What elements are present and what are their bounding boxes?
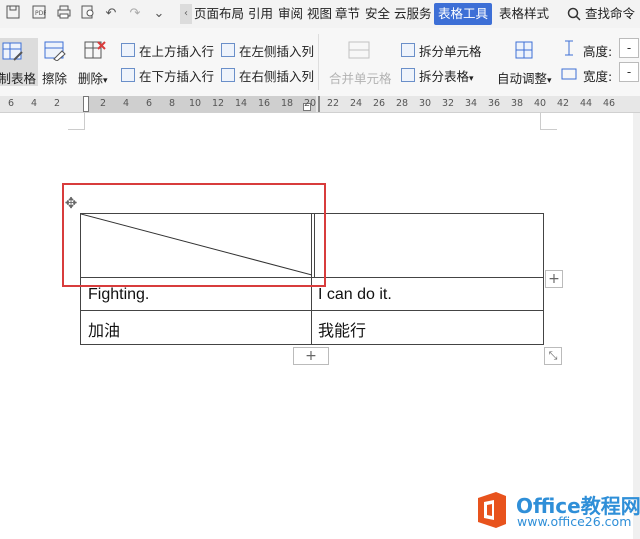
ribbon-divider	[318, 34, 319, 90]
ruler-tick: 4	[122, 98, 130, 109]
auto-fit-button[interactable]: 自动调整▾	[497, 68, 552, 87]
insert-col-right-button[interactable]: 在右侧插入列	[239, 66, 314, 85]
tab-review[interactable]: 审阅	[278, 0, 303, 28]
ruler-tick: 10	[188, 98, 202, 109]
table-cell[interactable]: I can do it.	[318, 286, 392, 304]
delete-button[interactable]: 删除▾	[78, 68, 108, 87]
width-label: 宽度:	[583, 69, 613, 84]
ruler-tick: 8	[168, 98, 176, 109]
ruler-tick: 6	[145, 98, 153, 109]
tab-security[interactable]: 安全	[365, 0, 390, 28]
office-logo	[474, 490, 510, 530]
ruler-tick: 46	[602, 98, 616, 109]
draw-table-icon	[2, 42, 24, 66]
tab-view[interactable]: 视图	[307, 0, 332, 28]
tab-table-style[interactable]: 表格样式	[499, 0, 549, 28]
page-margin-mark	[540, 113, 557, 130]
chevron-down-icon: ▾	[469, 74, 474, 84]
tab-references[interactable]: 引用	[248, 0, 273, 28]
add-row-button[interactable]: +	[293, 347, 329, 365]
split-cells-icon	[401, 43, 415, 57]
undo-icon[interactable]: ↶	[102, 5, 120, 23]
ruler-tick: 22	[326, 98, 340, 109]
height-input[interactable]: -	[619, 38, 639, 58]
resize-table-icon[interactable]: ⤡	[544, 347, 562, 365]
merge-cells-button[interactable]: 合并单元格	[329, 68, 392, 87]
save-icon[interactable]	[4, 5, 22, 23]
insert-row-above-icon	[121, 43, 135, 57]
eraser-button[interactable]: 擦除	[42, 68, 67, 87]
split-cells-button[interactable]: 拆分单元格	[419, 41, 482, 60]
auto-fit-label: 自动调整	[497, 71, 548, 86]
ruler-tick: 4	[30, 98, 38, 109]
draw-table-label: 绘制表格	[0, 71, 36, 86]
ruler-tick: 44	[579, 98, 593, 109]
ruler-tick: 34	[464, 98, 478, 109]
search-icon[interactable]	[567, 6, 581, 25]
export-pdf-icon[interactable]: PDF	[30, 5, 48, 23]
delete-label: 删除	[78, 71, 104, 86]
chevron-down-icon: ▾	[103, 76, 108, 86]
col-width-icon	[561, 65, 577, 84]
print-preview-icon[interactable]	[79, 5, 97, 23]
table-cell[interactable]: 加油	[88, 317, 120, 341]
insert-row-below-button[interactable]: 在下方插入行	[139, 66, 214, 85]
add-column-button[interactable]: +	[545, 270, 563, 288]
vertical-scrollbar[interactable]	[633, 113, 640, 539]
ruler-tick: 18	[280, 98, 294, 109]
chevron-down-icon: ▾	[547, 76, 552, 86]
highlight-box	[62, 183, 326, 287]
ruler-tick: 16	[257, 98, 271, 109]
ruler-tick: 26	[372, 98, 386, 109]
tab-section[interactable]: 章节	[335, 0, 360, 28]
ruler-tick: 42	[556, 98, 570, 109]
ruler-tick: 38	[510, 98, 524, 109]
height-label: 高度:	[583, 44, 613, 59]
ruler-tick: 2	[99, 98, 107, 109]
ruler-tick: 6	[7, 98, 15, 109]
ruler-tick: 32	[441, 98, 455, 109]
watermark-url: www.office26.com	[517, 514, 632, 529]
print-icon[interactable]	[55, 5, 73, 23]
insert-col-left-button[interactable]: 在左侧插入列	[239, 41, 314, 60]
ruler-tick: 36	[487, 98, 501, 109]
eraser-icon[interactable]	[44, 41, 66, 65]
ruler-indent-marker[interactable]	[83, 96, 89, 112]
tab-page-layout[interactable]: 页面布局	[194, 0, 244, 28]
row-divider	[81, 310, 543, 311]
auto-fit-icon[interactable]	[513, 41, 535, 65]
insert-row-above-button[interactable]: 在上方插入行	[139, 41, 214, 60]
customize-dropdown-icon[interactable]: ⌄	[150, 5, 168, 23]
ruler-tick: 20	[303, 98, 317, 109]
svg-text:PDF: PDF	[35, 10, 46, 17]
tabs-scroll-left-icon[interactable]: ‹	[180, 4, 192, 24]
split-table-button[interactable]: 拆分表格▾	[419, 66, 474, 85]
split-table-label: 拆分表格	[419, 69, 470, 84]
table-cell[interactable]: Fighting.	[88, 286, 149, 304]
width-input[interactable]: -	[619, 62, 639, 82]
insert-row-below-icon	[121, 68, 135, 82]
ruler-tick: 12	[211, 98, 225, 109]
split-table-icon	[401, 68, 415, 82]
search-command[interactable]: 查找命令	[585, 0, 635, 28]
row-height-icon	[563, 40, 575, 60]
ruler-tick: 24	[349, 98, 363, 109]
tab-table-tools[interactable]: 表格工具	[434, 3, 493, 25]
page-margin-mark	[68, 113, 85, 130]
ruler-tick: 40	[533, 98, 547, 109]
table-cell[interactable]	[315, 214, 543, 277]
ruler-tick: 28	[395, 98, 409, 109]
table-cell[interactable]: 我能行	[318, 317, 366, 341]
ruler-tick: 30	[418, 98, 432, 109]
merge-cells-icon	[348, 41, 370, 65]
tab-cloud-service[interactable]: 云服务	[394, 0, 432, 28]
insert-col-right-icon	[221, 68, 235, 82]
insert-col-left-icon	[221, 43, 235, 57]
ruler-tick: 2	[53, 98, 61, 109]
delete-table-icon[interactable]	[84, 41, 106, 65]
ruler-tick: 14	[234, 98, 248, 109]
redo-icon[interactable]: ↷	[126, 5, 144, 23]
